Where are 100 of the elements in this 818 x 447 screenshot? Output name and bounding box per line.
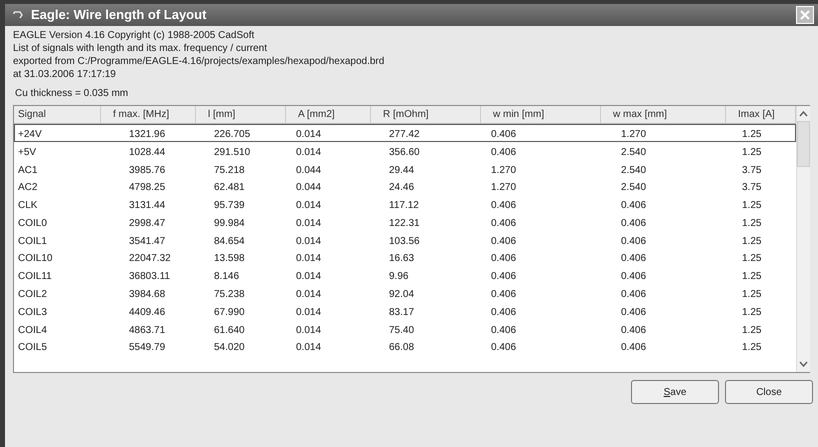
table-cell: 0.406: [491, 253, 516, 264]
table-cell: 1.25: [742, 306, 762, 318]
table-cell: 5549.79: [129, 342, 166, 354]
table-cell: COIL4: [18, 324, 47, 336]
table-row[interactable]: COIL0 2998.47 99.984 0.014 122.31 0.406 0.406 1.25: [14, 212, 796, 231]
table-cell: 0.014: [296, 342, 322, 354]
scroll-up-icon[interactable]: [799, 111, 808, 117]
table-cell: 0.014: [296, 324, 322, 336]
table-cell: 0.406: [621, 342, 646, 354]
table-cell: 92.04: [389, 289, 414, 300]
close-button[interactable]: [796, 6, 814, 24]
table-cell: 0.014: [296, 289, 322, 300]
table-cell: 103.56: [389, 236, 420, 247]
table-row[interactable]: AC2 4798.25 62.481 0.044 24.46 1.270 2.540 3.75: [14, 177, 796, 196]
table-cell: 1028.44: [129, 146, 166, 158]
table-cell: 4409.46: [129, 306, 166, 318]
column-header[interactable]: f max. [MHz]: [101, 106, 196, 123]
scroll-down-icon[interactable]: [799, 361, 808, 367]
table-row[interactable]: COIL10 22047.32 13.598 0.014 16.63 0.406 0.406 1.25: [14, 248, 796, 266]
table-cell: 0.406: [491, 271, 516, 282]
table-cell: 0.406: [491, 200, 516, 212]
table-cell: 0.044: [296, 164, 322, 176]
table-cell: 0.406: [491, 289, 516, 300]
table-cell: 1.270: [491, 182, 516, 194]
table-cell: 0.014: [296, 253, 322, 264]
table-cell: 9.96: [389, 271, 408, 282]
table-cell: 0.406: [621, 324, 646, 336]
table-cell: 0.014: [296, 200, 322, 212]
table-cell: 0.406: [491, 236, 516, 247]
table-cell: 0.014: [296, 236, 322, 247]
column-header[interactable]: l [mm]: [196, 106, 286, 123]
table-cell: 3985.76: [129, 164, 166, 176]
close-icon: [800, 10, 810, 20]
table-cell: 0.406: [621, 271, 646, 282]
table-cell: 0.014: [296, 271, 322, 282]
table-cell: 1.270: [491, 164, 516, 176]
table-row[interactable]: +24V 1321.96 226.705 0.014 277.42 0.406 1.270 1.25: [14, 124, 796, 142]
column-header[interactable]: w min [mm]: [481, 106, 601, 123]
scrollbar[interactable]: [796, 106, 810, 372]
table-cell: 0.406: [491, 306, 516, 318]
table-cell: 0.014: [296, 306, 322, 318]
table-cell: 356.60: [389, 146, 420, 158]
table-cell: 2998.47: [129, 218, 166, 229]
table-row[interactable]: COIL5 5549.79 54.020 0.014 66.08 0.406 0.406 1.25: [14, 338, 796, 356]
table-row[interactable]: COIL2 3984.68 75.238 0.014 92.04 0.406 0.406 1.25: [14, 284, 796, 302]
table-cell: 0.406: [491, 146, 516, 158]
thickness-text: Cu thickness = 0.035 mm: [14, 87, 130, 100]
column-header[interactable]: w max [mm]: [601, 106, 726, 123]
table-row[interactable]: COIL4 4863.71 61.640 0.014 75.40 0.406 0.406 1.25: [14, 320, 796, 338]
info-text: List of signals with length and its max. frequency / current: [13, 42, 268, 55]
table-cell: 1.25: [742, 218, 762, 229]
table-cell: 1.25: [742, 289, 762, 300]
table-cell: 1.25: [742, 253, 762, 264]
table-cell: COIL5: [18, 342, 47, 354]
table-cell: 1.25: [742, 342, 762, 354]
table-cell: 2.540: [621, 182, 646, 194]
table-cell: 117.12: [389, 200, 419, 212]
table-cell: 0.406: [491, 342, 516, 354]
table-row[interactable]: COIL3 4409.46 67.990 0.014 83.17 0.406 0.406 1.25: [14, 302, 796, 320]
table-cell: 83.17: [389, 306, 414, 318]
table-cell: CLK: [18, 200, 38, 212]
table-cell: 36803.11: [129, 271, 170, 282]
table-cell: 1.270: [621, 128, 646, 140]
table-row[interactable]: +5V 1028.44 291.510 0.014 356.60 0.406 2.540 1.25: [14, 142, 796, 160]
table-cell: 0.014: [296, 146, 322, 158]
column-header[interactable]: A [mm2]: [286, 106, 371, 123]
close-dialog-button[interactable]: Close: [725, 380, 813, 404]
table-cell: 0.406: [621, 289, 646, 300]
table-cell: 1321.96: [129, 128, 166, 140]
table-cell: 62.481: [214, 182, 245, 194]
save-button[interactable]: Save: [631, 380, 719, 404]
table-row[interactable]: COIL11 36803.11 8.146 0.014 9.96 0.406 0.406 1.25: [14, 266, 796, 284]
table-cell: COIL10: [18, 253, 52, 264]
app-icon: [13, 10, 23, 20]
column-header[interactable]: Signal: [14, 106, 101, 123]
table-cell: 0.406: [491, 324, 516, 336]
table-cell: 0.406: [621, 236, 646, 247]
table-cell: 29.44: [389, 164, 414, 176]
table-cell: COIL2: [18, 289, 47, 300]
table-cell: 3131.44: [129, 200, 166, 212]
table-cell: 4863.71: [129, 324, 166, 336]
table-cell: 66.08: [389, 342, 414, 354]
table-cell: 2.540: [621, 164, 646, 176]
table-cell: 75.40: [389, 324, 414, 336]
table-cell: 0.406: [621, 200, 646, 212]
table-cell: 3541.47: [129, 236, 166, 247]
column-header[interactable]: R [mOhm]: [371, 106, 481, 123]
scroll-thumb[interactable]: [797, 121, 810, 167]
table-cell: 75.218: [214, 164, 245, 176]
table-row[interactable]: COIL1 3541.47 84.654 0.014 103.56 0.406 0.406 1.25: [14, 230, 796, 249]
table-cell: 1.25: [742, 324, 762, 336]
table-cell: 0.406: [621, 218, 646, 229]
table-cell: 75.238: [214, 289, 245, 300]
table-cell: 54.020: [214, 342, 245, 354]
table-row[interactable]: CLK 3131.44 95.739 0.014 117.12 0.406 0.406 1.25: [14, 195, 796, 213]
table-row[interactable]: AC1 3985.76 75.218 0.044 29.44 1.270 2.540 3.75: [14, 160, 796, 178]
table-cell: AC1: [18, 164, 38, 176]
table-cell: 0.014: [296, 218, 322, 229]
table-cell: 84.654: [214, 236, 245, 247]
table-cell: 95.739: [214, 200, 245, 212]
